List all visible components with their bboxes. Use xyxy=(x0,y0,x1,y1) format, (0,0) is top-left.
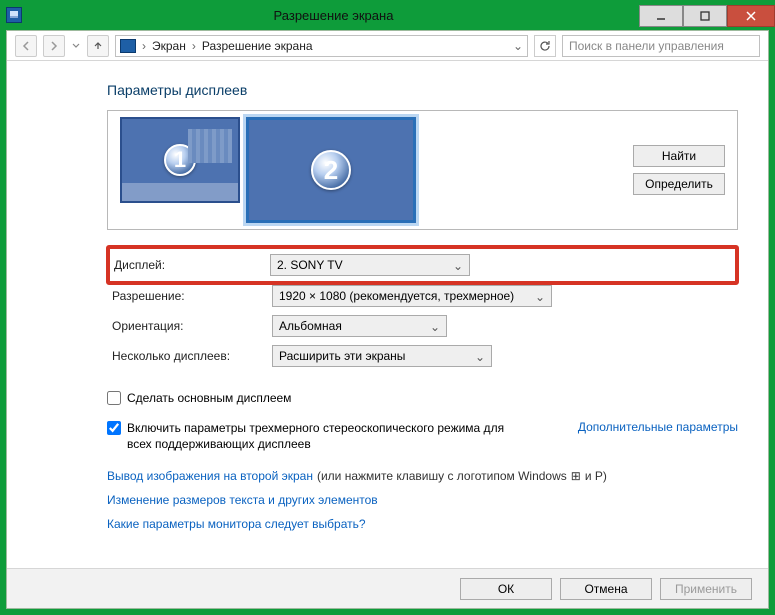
breadcrumb-current[interactable]: Разрешение экрана xyxy=(202,39,313,53)
chevron-down-icon: ⌄ xyxy=(475,350,485,364)
display-2-badge: 2 xyxy=(311,150,351,190)
multi-displays-label: Несколько дисплеев: xyxy=(112,349,262,363)
nav-history-dropdown[interactable] xyxy=(71,42,81,50)
stereo-3d-label[interactable]: Включить параметры трехмерного стереоско… xyxy=(127,420,507,452)
orientation-label: Ориентация: xyxy=(112,319,262,333)
text-size-link[interactable]: Изменение размеров текста и других элеме… xyxy=(107,493,378,507)
minimize-button[interactable] xyxy=(639,5,683,27)
chevron-down-icon: ⌄ xyxy=(430,320,440,334)
breadcrumb-sep: › xyxy=(192,39,196,53)
display-1-thumb[interactable]: 1 xyxy=(120,117,240,203)
make-primary-checkbox[interactable] xyxy=(107,391,121,405)
display-preview-area[interactable]: 1 2 Найти Определить xyxy=(107,110,738,230)
ok-button[interactable]: ОК xyxy=(460,578,552,600)
make-primary-label[interactable]: Сделать основным дисплеем xyxy=(127,390,291,406)
find-button[interactable]: Найти xyxy=(633,145,725,167)
breadcrumb-sep: › xyxy=(142,39,146,53)
project-second-screen-link[interactable]: Вывод изображения на второй экран xyxy=(107,469,313,483)
nav-back-button[interactable] xyxy=(15,35,37,57)
display-2-thumb[interactable]: 2 xyxy=(246,117,416,223)
orientation-select[interactable]: Альбомная ⌄ xyxy=(272,315,447,337)
nav-forward-button[interactable] xyxy=(43,35,65,57)
breadcrumb-root[interactable]: Экран xyxy=(152,39,186,53)
chevron-down-icon: ⌄ xyxy=(535,290,545,304)
control-panel-icon xyxy=(120,39,136,53)
identify-button[interactable]: Определить xyxy=(633,173,725,195)
chevron-down-icon: ⌄ xyxy=(453,259,463,273)
display-label: Дисплей: xyxy=(114,258,260,272)
resolution-select[interactable]: 1920 × 1080 (рекомендуется, трехмерное) … xyxy=(272,285,552,307)
display-select[interactable]: 2. SONY TV ⌄ xyxy=(270,254,470,276)
monitor-help-link[interactable]: Какие параметры монитора следует выбрать… xyxy=(107,517,366,531)
resolution-label: Разрешение: xyxy=(112,289,262,303)
close-button[interactable] xyxy=(727,5,775,27)
chevron-down-icon[interactable]: ⌄ xyxy=(513,39,523,53)
maximize-button[interactable] xyxy=(683,5,727,27)
highlighted-display-row: Дисплей: 2. SONY TV ⌄ xyxy=(106,245,739,285)
window-title: Разрешение экрана xyxy=(28,8,639,23)
page-title: Параметры дисплеев xyxy=(107,82,738,98)
nav-up-button[interactable] xyxy=(87,35,109,57)
windows-key-icon: ⊞ xyxy=(571,469,581,483)
advanced-link[interactable]: Дополнительные параметры xyxy=(578,420,738,434)
stereo-3d-checkbox[interactable] xyxy=(107,421,121,435)
multi-displays-select[interactable]: Расширить эти экраны ⌄ xyxy=(272,345,492,367)
apply-button[interactable]: Применить xyxy=(660,578,752,600)
cancel-button[interactable]: Отмена xyxy=(560,578,652,600)
address-bar[interactable]: › Экран › Разрешение экрана ⌄ xyxy=(115,35,528,57)
project-suffix-text: (или нажмите клавишу с логотипом Windows xyxy=(317,469,567,483)
project-and-p-text: и P) xyxy=(585,469,607,483)
app-icon xyxy=(6,7,22,23)
search-input[interactable]: Поиск в панели управления xyxy=(562,35,760,57)
refresh-button[interactable] xyxy=(534,35,556,57)
